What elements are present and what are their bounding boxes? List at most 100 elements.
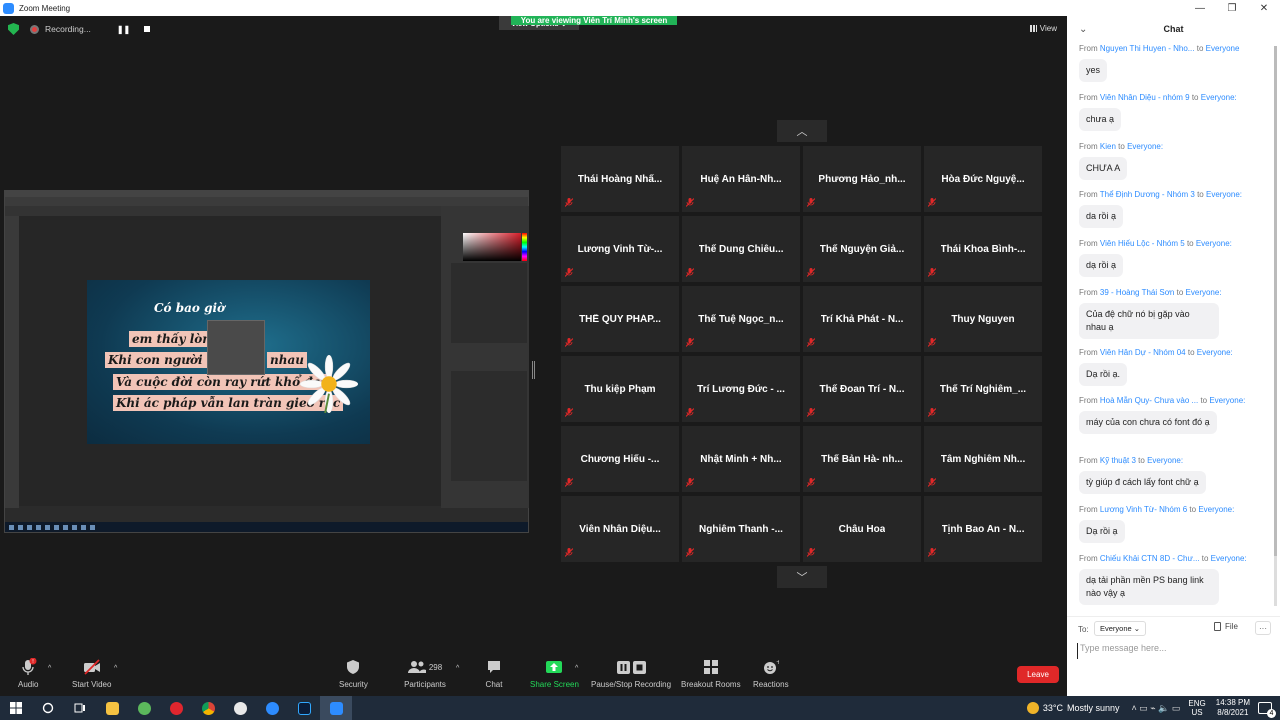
security-shield-icon[interactable] [8,23,19,35]
task-view-icon[interactable] [64,696,96,720]
participants-icon: 298 [403,658,447,676]
chat-scrollbar-thumb[interactable] [1274,46,1277,556]
sender-name[interactable]: Hoà Mẫn Quy- Chưa vào ... [1100,396,1198,405]
to-word: to [1187,348,1195,357]
file-explorer-icon[interactable] [96,696,128,720]
chat-message-text: Dạ rồi ạ. [1079,363,1128,386]
participant-tile[interactable]: Thế Đoan Trí - N... [803,356,921,422]
participant-tile[interactable]: Huệ An Hân-Nh... [682,146,800,212]
close-button[interactable]: ✕ [1248,0,1280,16]
chat-message: From Nguyen Thi Huyen - Nho... to Everyo… [1079,44,1269,82]
windows-start-icon[interactable] [0,696,32,720]
participant-tile[interactable]: Nghiêm Thanh -... [682,496,800,562]
chat-button[interactable]: Chat [485,658,503,689]
language-indicator[interactable]: ENG US [1188,699,1205,717]
tray-icons[interactable]: ˄ ▭ ⌁ 🔈 ▭ [1132,703,1181,714]
recipient-select[interactable]: Everyone ⌄ [1094,621,1147,636]
artwork-line: Có bao giờ [154,301,226,315]
chat-scrollbar[interactable] [1274,46,1277,606]
meeting-area: You are viewing Viên Trí Minh's screen V… [0,16,1067,656]
chrome-browser-icon[interactable] [192,696,224,720]
gallery-page-up-button[interactable]: ︿ [777,120,827,142]
participant-tile[interactable]: Thuy Nguyen [924,286,1042,352]
participant-tile[interactable]: Thế Tuệ Ngọc_n... [682,286,800,352]
sender-name[interactable]: Nguyen Thi Huyen - Nho... [1100,44,1195,53]
view-button[interactable]: View [1029,24,1057,33]
sender-name[interactable]: Lương Vinh Từ- Nhóm 6 [1100,505,1187,514]
zoom-client-icon[interactable] [256,696,288,720]
notification-icon[interactable]: 4 [1258,702,1276,718]
sender-name[interactable]: Thể Định Dương - Nhóm 3 [1100,190,1195,199]
breakout-rooms-button[interactable]: Breakout Rooms [681,658,741,689]
stop-recording-icon[interactable] [144,26,151,32]
chat-message-input[interactable]: Type message here... [1077,643,1272,659]
sender-name[interactable]: Chiếu Khải CTN 8D - Chư... [1100,554,1200,563]
participant-tile[interactable]: Viên Nhân Diệu... [561,496,679,562]
chat-message: From Lương Vinh Từ- Nhóm 6 to Everyone: D… [1079,505,1269,543]
mic-muted-icon [928,338,936,347]
participant-tile[interactable]: Thế Nguyện Giả... [803,216,921,282]
file-button[interactable]: File [1214,622,1238,631]
participant-tile[interactable]: Nhật Minh + Nh... [682,426,800,492]
maximize-button[interactable]: ❐ [1216,0,1248,16]
participant-tile[interactable]: Châu Hoa [803,496,921,562]
chat-messages[interactable]: From Nguyen Thi Huyen - Nho... to Everyo… [1067,44,1273,622]
photoshop-icon[interactable] [288,696,320,720]
participant-tile[interactable]: Tâm Nghiêm Nh... [924,426,1042,492]
participant-tile[interactable]: Thu kiệp Phạm [561,356,679,422]
app-green-icon[interactable] [128,696,160,720]
pause-stop-recording-button[interactable]: Pause/Stop Recording [591,658,671,689]
share-options-caret[interactable]: ^ [575,665,578,672]
participant-tile[interactable]: Lương Vinh Từ-... [561,216,679,282]
from-word: From [1079,190,1098,199]
shared-screen[interactable]: Có bao giờ em thấy lòng k Khi con người … [4,190,529,533]
leave-button[interactable]: Leave [1017,666,1059,683]
participant-tile[interactable]: Phương Hảo_nh... [803,146,921,212]
search-icon[interactable] [32,696,64,720]
gallery-page-down-button[interactable]: ﹀ [777,566,827,588]
audio-options-caret[interactable]: ^ [48,665,51,672]
participant-tile[interactable]: THẾ QUY PHÁP... [561,286,679,352]
opera-browser-icon[interactable] [160,696,192,720]
zoom-meeting-taskbar-icon[interactable] [320,696,352,720]
more-options-button[interactable]: ··· [1255,621,1271,635]
mic-muted-icon [565,478,573,487]
clock[interactable]: 14:38 PM 8/8/2021 [1216,698,1250,718]
participant-tile[interactable]: Thái Khoa Bình-... [924,216,1042,282]
participant-name: Thế Nguyện Giả... [819,243,905,255]
participant-tile[interactable]: Trí Lương Đức - ... [682,356,800,422]
chat-message: From Viên Hiếu Lộc - Nhóm 5 to Everyone:… [1079,239,1269,277]
reactions-button[interactable]: + Reactions [753,658,789,689]
pause-recording-icon[interactable]: ❚❚ [117,25,130,34]
share-screen-button[interactable]: Share Screen [530,658,579,689]
participant-tile[interactable]: Chương Hiếu -... [561,426,679,492]
shield-icon [344,658,362,676]
participant-tile[interactable]: Hòa Đức Nguyệ... [924,146,1042,212]
security-button[interactable]: Security [339,658,368,689]
participant-name: Chương Hiếu -... [580,453,660,465]
participant-tile[interactable]: Thế Dung Chiêu... [682,216,800,282]
sender-name[interactable]: Kỹ thuật 3 [1100,456,1136,465]
participant-tile[interactable]: Thế Trí Nghiêm_... [924,356,1042,422]
sender-name[interactable]: Viên Hân Dự - Nhóm 04 [1100,348,1186,357]
participant-tile[interactable]: Trí Khả Phát - N... [803,286,921,352]
video-options-caret[interactable]: ^ [114,665,117,672]
participants-options-caret[interactable]: ^ [456,665,459,672]
start-video-button[interactable]: Start Video [72,658,111,689]
splitter-handle[interactable] [532,361,535,379]
participants-button[interactable]: 298 Participants [403,658,447,689]
participant-name: Trí Khả Phát - N... [820,313,904,325]
participant-tile[interactable]: Thái Hoàng Nhấ... [561,146,679,212]
sender-name[interactable]: 39 - Hoàng Thái Sơn [1100,288,1174,297]
sender-name[interactable]: Viên Nhân Diệu - nhóm 9 [1100,93,1190,102]
participant-tile[interactable]: Thế Bản Hà- nh... [803,426,921,492]
weather-widget[interactable]: 33°C Mostly sunny [1026,702,1120,714]
audio-button[interactable]: ! Audio [18,658,38,689]
sender-name[interactable]: Kien [1100,142,1116,151]
sender-name[interactable]: Viên Hiếu Lộc - Nhóm 5 [1100,239,1185,248]
chat-message-text: Dạ rồi ạ [1079,520,1125,543]
participant-tile[interactable]: Tịnh Bao An - N... [924,496,1042,562]
window-titlebar: Zoom Meeting — ❐ ✕ [0,0,1280,16]
minimize-button[interactable]: — [1184,0,1216,16]
mail-app-icon[interactable] [224,696,256,720]
